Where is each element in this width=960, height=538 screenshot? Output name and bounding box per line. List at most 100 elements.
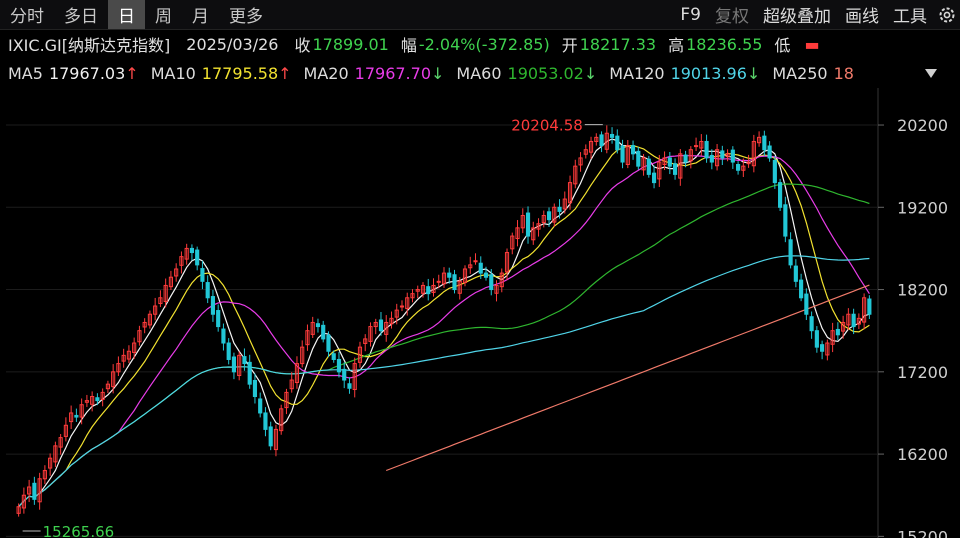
candle-body [814, 330, 819, 348]
close-value: 17899.01 [312, 34, 389, 54]
change-label: 幅 [400, 36, 417, 55]
candle-body [667, 157, 672, 167]
candle-body [32, 482, 37, 500]
candle-body [672, 163, 678, 175]
y-tick-label: 19200 [897, 198, 948, 217]
ma10-value: 17795.58 [201, 63, 279, 83]
ma120-label: MA120 [609, 63, 665, 83]
candle-body [557, 206, 562, 212]
candle-body [399, 305, 405, 308]
high-value: 18236.55 [686, 34, 763, 54]
ma20-arrow: ↓ [431, 63, 445, 83]
candle-body [336, 358, 342, 373]
candle-body [767, 145, 772, 159]
candle-body [478, 262, 483, 274]
tab-daily[interactable]: 日 [108, 0, 145, 29]
candles [16, 125, 872, 517]
candle-body [820, 344, 825, 352]
y-tick-label: 18200 [897, 281, 948, 300]
candle-body [200, 268, 205, 282]
candle-body [321, 324, 326, 340]
candle-body [720, 150, 725, 159]
candle-body [778, 182, 783, 208]
candle-body [599, 134, 604, 147]
candle-body [315, 323, 321, 328]
candle-body [247, 361, 252, 385]
tools-button[interactable]: 工具 [886, 2, 934, 27]
candle-body [783, 204, 788, 237]
candlestick-chart: 20204.58 15265.66 20200 19200 18200 17200 162… [6, 88, 948, 538]
candle-body [636, 150, 641, 167]
candle-body [436, 280, 441, 283]
ma10-label: MA10 [150, 63, 196, 83]
ma5-value: 17967.03 [48, 63, 126, 83]
high-label: 高 [668, 36, 685, 55]
chart-toolbar: 分时 多日 日 周 月 更多 F9 复权 超级叠加 画线 工具 [0, 0, 960, 30]
candle-body [378, 319, 384, 332]
candle-body [242, 356, 247, 365]
candle-body [630, 145, 636, 155]
tab-more[interactable]: 更多 [219, 0, 273, 29]
candle-body [772, 159, 777, 184]
candle-body [709, 154, 714, 163]
gear-icon[interactable] [934, 5, 960, 25]
quote-date: 2025/03/26 [186, 34, 279, 54]
candle-body [546, 211, 552, 221]
candle-body [221, 328, 226, 344]
ma250-value: 18 [833, 63, 854, 83]
period-tabs: 分时 多日 日 周 月 更多 [0, 0, 273, 29]
candle-body [804, 293, 809, 315]
ma60-arrow: ↓ [583, 63, 598, 83]
draw-line-button[interactable]: 画线 [838, 2, 886, 27]
f9-button[interactable]: F9 [673, 5, 708, 25]
candle-body [609, 133, 615, 138]
y-tick-label: 16200 [897, 445, 948, 464]
candle-body [867, 298, 872, 315]
candle-body [426, 286, 431, 295]
candle-body [263, 412, 268, 430]
candle-body [473, 260, 478, 263]
candle-body [189, 247, 195, 254]
candle-body [693, 145, 699, 148]
tab-multi-day[interactable]: 多日 [54, 0, 108, 29]
candle-body [447, 272, 452, 278]
low-marker-label: 15265.66 [43, 523, 115, 538]
tool-group: F9 复权 超级叠加 画线 工具 [673, 0, 960, 29]
ma250-line [385, 284, 870, 472]
candle-body [788, 239, 793, 266]
candle-body [736, 164, 741, 171]
candle-body [252, 379, 258, 398]
candle-body [195, 249, 200, 266]
candle-body [347, 383, 352, 389]
super-overlay-button[interactable]: 超级叠加 [756, 2, 838, 27]
candle-body [615, 135, 620, 151]
candle-body [95, 397, 100, 402]
candle-body [646, 158, 651, 175]
quote-info-row: IXIC.GI[纳斯达克指数] 2025/03/26 收 17899.01 幅 … [0, 31, 960, 57]
candle-body [730, 149, 735, 163]
candle-body [205, 282, 210, 299]
ma60-label: MA60 [456, 63, 502, 83]
ma120-value: 19013.96 [670, 63, 747, 83]
ma10-arrow: ↑ [278, 63, 292, 83]
ma60-line [18, 183, 870, 508]
candle-body [809, 316, 814, 332]
candle-body [231, 356, 237, 373]
ma250-label: MA250 [772, 63, 828, 83]
low-label: 低 [774, 36, 791, 55]
tab-intraday[interactable]: 分时 [0, 0, 54, 29]
symbol-name: IXIC.GI[纳斯达克指数] [8, 36, 171, 55]
chevron-down-icon[interactable] [922, 64, 940, 82]
candle-body [799, 279, 804, 299]
tab-monthly[interactable]: 月 [182, 0, 219, 29]
candle-body [452, 274, 457, 291]
candle-body [683, 154, 688, 163]
adjust-button[interactable]: 复权 [708, 2, 756, 27]
candle-body [525, 212, 531, 237]
high-marker-label: 20204.58 [511, 117, 583, 135]
candle-body [835, 328, 840, 336]
open-label: 开 [561, 36, 578, 55]
tab-weekly[interactable]: 周 [145, 0, 182, 29]
change-value: -2.04%(-372.85) [418, 34, 550, 54]
candle-body [331, 353, 336, 360]
